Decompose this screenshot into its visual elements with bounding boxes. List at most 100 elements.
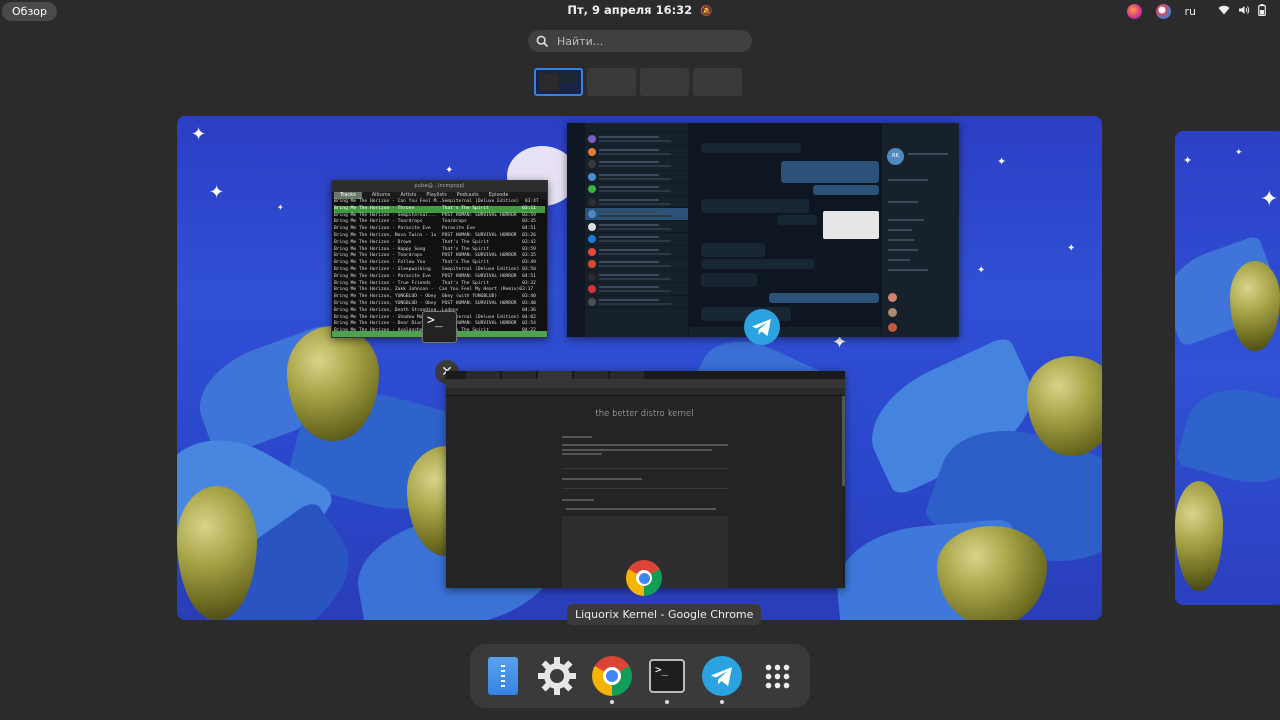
firefox-icon[interactable]	[1126, 3, 1142, 19]
message-bubble	[701, 143, 801, 153]
track-row: Bring Me The Horizon - Can You Feel M..S…	[334, 199, 539, 204]
chat-list-item	[585, 221, 688, 233]
divider	[562, 488, 728, 489]
wallpaper-star: ✦	[277, 203, 284, 212]
search-bar[interactable]	[528, 30, 752, 52]
tab: Podcasts	[456, 192, 479, 198]
clock[interactable]: Пт, 9 апреля 16:32 🔕	[0, 3, 1280, 17]
page-heading: the better distro kernel	[595, 409, 694, 419]
wallpaper-star: ✦	[191, 124, 207, 145]
message-bubble	[701, 273, 757, 287]
track-row-selected: Bring Me The Horizon - Throne That's The…	[334, 205, 545, 213]
message-bubble	[701, 259, 815, 269]
chat-list-item	[585, 258, 688, 271]
chrome-tab	[610, 371, 644, 379]
text-line	[562, 436, 592, 438]
chat-list-item-selected	[585, 208, 688, 221]
telegram-chat-info-panel: RK	[881, 123, 959, 337]
member-avatar	[888, 293, 897, 302]
running-indicator	[665, 700, 669, 704]
wallpaper-star: ✦	[445, 165, 454, 176]
message-bubble-own	[769, 293, 879, 303]
info-row	[888, 259, 910, 261]
gear-icon	[538, 657, 576, 695]
track-row: Bring Me The Horizon, YUNGBLUD - Obey Ob…	[334, 294, 536, 300]
member-avatar	[888, 308, 897, 317]
track-row: Bring Me The Horizon - Parasite Eve Para…	[334, 226, 536, 232]
track-row: Bring Me The Horizon, YUNGBLUD - Obey PO…	[334, 300, 536, 306]
info-row	[888, 249, 918, 251]
tab: Tracks	[334, 192, 362, 199]
chat-list-item	[585, 133, 688, 146]
wallpaper-pear	[1175, 481, 1223, 591]
dash-show-apps[interactable]	[755, 654, 799, 698]
window-preview-chrome[interactable]: the better distro kernel	[446, 371, 845, 588]
telegram-chat-list	[585, 123, 689, 337]
terminal-icon: >_	[649, 659, 685, 693]
tab: Artists	[400, 192, 417, 198]
group-avatar: RK	[887, 148, 904, 165]
chrome-tab-strip	[446, 371, 845, 379]
window-caption: Liquorix Kernel - Google Chrome	[567, 604, 762, 625]
battery-icon[interactable]	[1258, 3, 1266, 19]
message-bubble	[701, 243, 765, 257]
workspace-switcher	[534, 68, 742, 96]
divider	[562, 468, 728, 469]
dash-terminal[interactable]: >_	[645, 654, 689, 704]
tab: Albums	[371, 192, 391, 198]
clock-text: Пт, 9 апреля 16:32	[567, 3, 693, 17]
chrome-icon	[592, 656, 632, 696]
search-input[interactable]	[557, 34, 727, 48]
telegram-icon	[702, 656, 742, 696]
workspace-next[interactable]: ✦ ✦ ✦	[1175, 131, 1280, 605]
chrome-tab	[466, 371, 500, 379]
ncmpcpp-tabs: Tracks Albums Artists Playlists Podcasts…	[332, 192, 547, 199]
message-input	[689, 327, 881, 337]
track-row: Bring Me The Horizon - Follow You That's…	[334, 260, 536, 266]
chat-list-item	[585, 196, 688, 208]
text-line	[562, 444, 728, 446]
chat-list-item	[585, 158, 688, 171]
window-title: pulse@...(ncmpcpp)	[332, 181, 547, 192]
text-line	[566, 508, 716, 510]
wallpaper-pear	[937, 526, 1047, 620]
scrollbar	[842, 396, 845, 486]
info-row	[908, 153, 948, 155]
app-grid-icon	[764, 663, 790, 689]
system-tray[interactable]: ru	[1126, 2, 1267, 20]
dash-chrome[interactable]	[590, 654, 634, 704]
chat-list-item	[585, 146, 688, 158]
track-row: Bring Me The Horizon - Parasite Eve POST…	[334, 273, 536, 279]
volume-icon[interactable]	[1238, 5, 1250, 18]
vpn-icon[interactable]	[1155, 3, 1171, 19]
message-sticker	[823, 211, 879, 239]
chrome-tab	[574, 371, 608, 379]
wifi-icon[interactable]	[1218, 5, 1230, 18]
chat-list-item	[585, 233, 688, 246]
keyboard-layout[interactable]: ru	[1185, 5, 1197, 18]
telegram-conversation	[689, 123, 881, 337]
chat-list-item	[585, 271, 688, 283]
workspace-thumbnail-2[interactable]	[587, 68, 636, 96]
window-preview-telegram[interactable]: RK	[567, 123, 959, 337]
workspace-thumbnail-1[interactable]	[534, 68, 583, 96]
info-row	[888, 229, 912, 231]
dash-telegram[interactable]	[700, 654, 744, 704]
notifications-muted-icon: 🔕	[700, 6, 713, 17]
wallpaper-star: ✦	[997, 155, 1007, 168]
wallpaper-star: ✦	[1067, 243, 1076, 254]
chrome-tab-active	[538, 371, 572, 379]
terminal-app-icon: >_	[422, 311, 457, 343]
search-icon	[536, 35, 549, 47]
chat-list-item	[585, 123, 688, 133]
text-line	[562, 453, 602, 455]
chat-list-item	[585, 183, 688, 196]
workspace-thumbnail-3[interactable]	[640, 68, 689, 96]
wallpaper-leaf	[1175, 377, 1280, 495]
running-indicator	[720, 700, 724, 704]
workspace-thumbnail-4[interactable]	[693, 68, 742, 96]
files-icon	[488, 657, 518, 695]
dash-settings[interactable]	[535, 654, 579, 698]
telegram-app-icon	[744, 309, 780, 345]
dash-files[interactable]	[481, 654, 525, 698]
